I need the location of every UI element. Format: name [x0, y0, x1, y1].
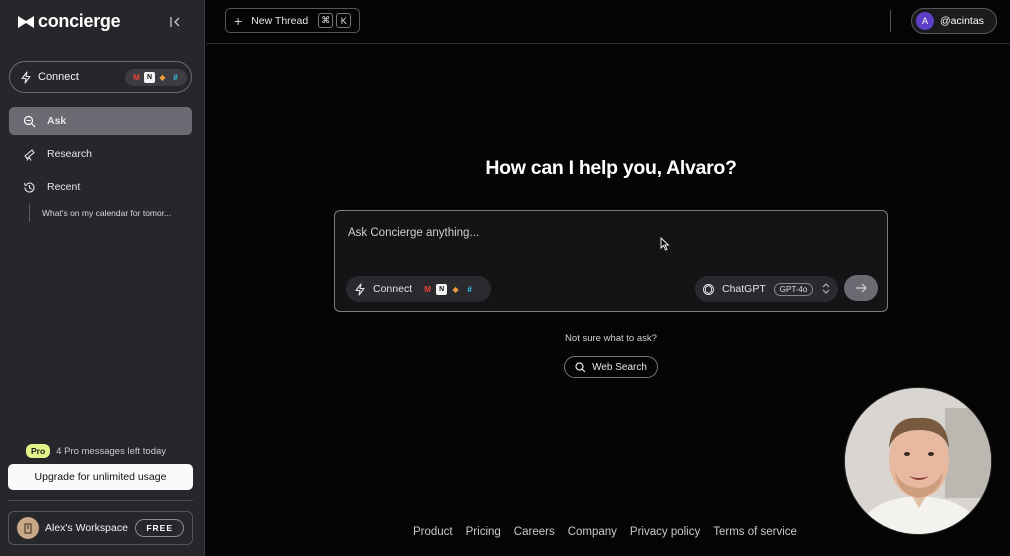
recent-thread-item[interactable]: What's on my calendar for tomor... [42, 208, 171, 218]
notion-icon: N [144, 71, 155, 83]
box-icon: ◆ [452, 284, 459, 294]
model-name: ChatGPT [722, 283, 766, 295]
workspace-switcher[interactable]: Alex's Workspace FREE [8, 511, 193, 545]
lightning-icon [355, 282, 365, 296]
user-handle: @acintas [940, 15, 984, 27]
footer-link-company[interactable]: Company [568, 526, 617, 538]
plan-badge: FREE [135, 519, 184, 537]
footer-link-pricing[interactable]: Pricing [466, 526, 501, 538]
search-icon [575, 361, 586, 372]
footer-link-product[interactable]: Product [413, 526, 453, 538]
slack-icon: # [173, 72, 178, 82]
workspace-name: Alex's Workspace [45, 522, 128, 534]
bowtie-logo-icon [18, 15, 34, 28]
pro-messages-left: 4 Pro messages left today [56, 445, 167, 457]
gmail-icon: M [133, 72, 140, 82]
box-icon: ◆ [159, 72, 166, 82]
nav-item-recent[interactable]: Recent [9, 173, 192, 201]
topbar-divider [206, 43, 1010, 44]
composer-connect-label: Connect [373, 283, 413, 295]
web-search-button[interactable]: Web Search [564, 356, 658, 378]
k-key: K [336, 13, 352, 28]
openai-icon [703, 283, 714, 295]
nav-item-research[interactable]: Research [9, 140, 192, 168]
footer-link-careers[interactable]: Careers [514, 526, 555, 538]
connect-label: Connect [38, 71, 79, 83]
sidebar: concierge Connect M N ◆ # Ask Research R… [0, 0, 205, 556]
sidebar-divider [8, 500, 193, 501]
collapse-sidebar-icon[interactable] [168, 14, 184, 30]
app-logo[interactable]: concierge [18, 11, 121, 32]
user-menu-button[interactable]: A @acintas [911, 8, 997, 34]
history-icon [22, 180, 36, 194]
new-thread-label: New Thread [251, 14, 309, 27]
mouse-cursor-icon [660, 237, 670, 251]
footer-links: Product Pricing Careers Company Privacy … [413, 526, 797, 538]
send-button[interactable] [844, 275, 878, 301]
model-version-tag: GPT-4o [773, 282, 814, 296]
greeting-heading: How can I help you, Alvaro? [485, 157, 737, 179]
message-composer[interactable]: Ask Concierge anything... Connect M N ◆ … [334, 210, 888, 312]
cmd-key: ⌘ [318, 13, 334, 28]
plus-icon: + [234, 12, 243, 29]
footer-link-privacy[interactable]: Privacy policy [630, 526, 700, 538]
app-name: concierge [38, 11, 121, 31]
pro-badge: Pro [26, 444, 51, 458]
composer-connected-apps: M N ◆ # [422, 283, 475, 295]
nav-label-ask: Ask [47, 115, 67, 127]
footer-link-terms[interactable]: Terms of service [713, 526, 797, 538]
web-search-label: Web Search [592, 361, 647, 373]
gmail-icon: M [424, 284, 431, 294]
connect-apps-button[interactable]: Connect M N ◆ # [9, 61, 192, 93]
telescope-icon [22, 147, 36, 161]
nav-label-recent: Recent [47, 181, 81, 193]
notion-icon: N [436, 283, 448, 295]
ask-icon [22, 114, 36, 128]
user-avatar: A [916, 12, 934, 30]
lightning-icon [21, 70, 31, 84]
presenter-video-bubble [844, 387, 992, 535]
upgrade-button[interactable]: Upgrade for unlimited usage [8, 464, 193, 490]
pro-usage-row: Pro 4 Pro messages left today [26, 444, 166, 458]
workspace-avatar [17, 517, 39, 539]
topbar-separator [890, 10, 891, 32]
new-thread-button[interactable]: + New Thread ⌘ K [225, 8, 360, 33]
chevron-updown-icon [822, 283, 830, 295]
message-input[interactable]: Ask Concierge anything... [348, 227, 479, 239]
composer-connect-button[interactable]: Connect M N ◆ # [346, 276, 491, 302]
arrow-right-icon [855, 283, 867, 293]
nav-label-research: Research [47, 148, 92, 160]
nav-item-ask[interactable]: Ask [9, 107, 192, 135]
connected-apps: M N ◆ # [125, 68, 187, 86]
recent-tree-line [29, 204, 30, 222]
model-selector[interactable]: ChatGPT GPT-4o [695, 276, 838, 302]
slack-icon: # [467, 284, 472, 294]
suggestion-prompt: Not sure what to ask? [565, 333, 657, 344]
